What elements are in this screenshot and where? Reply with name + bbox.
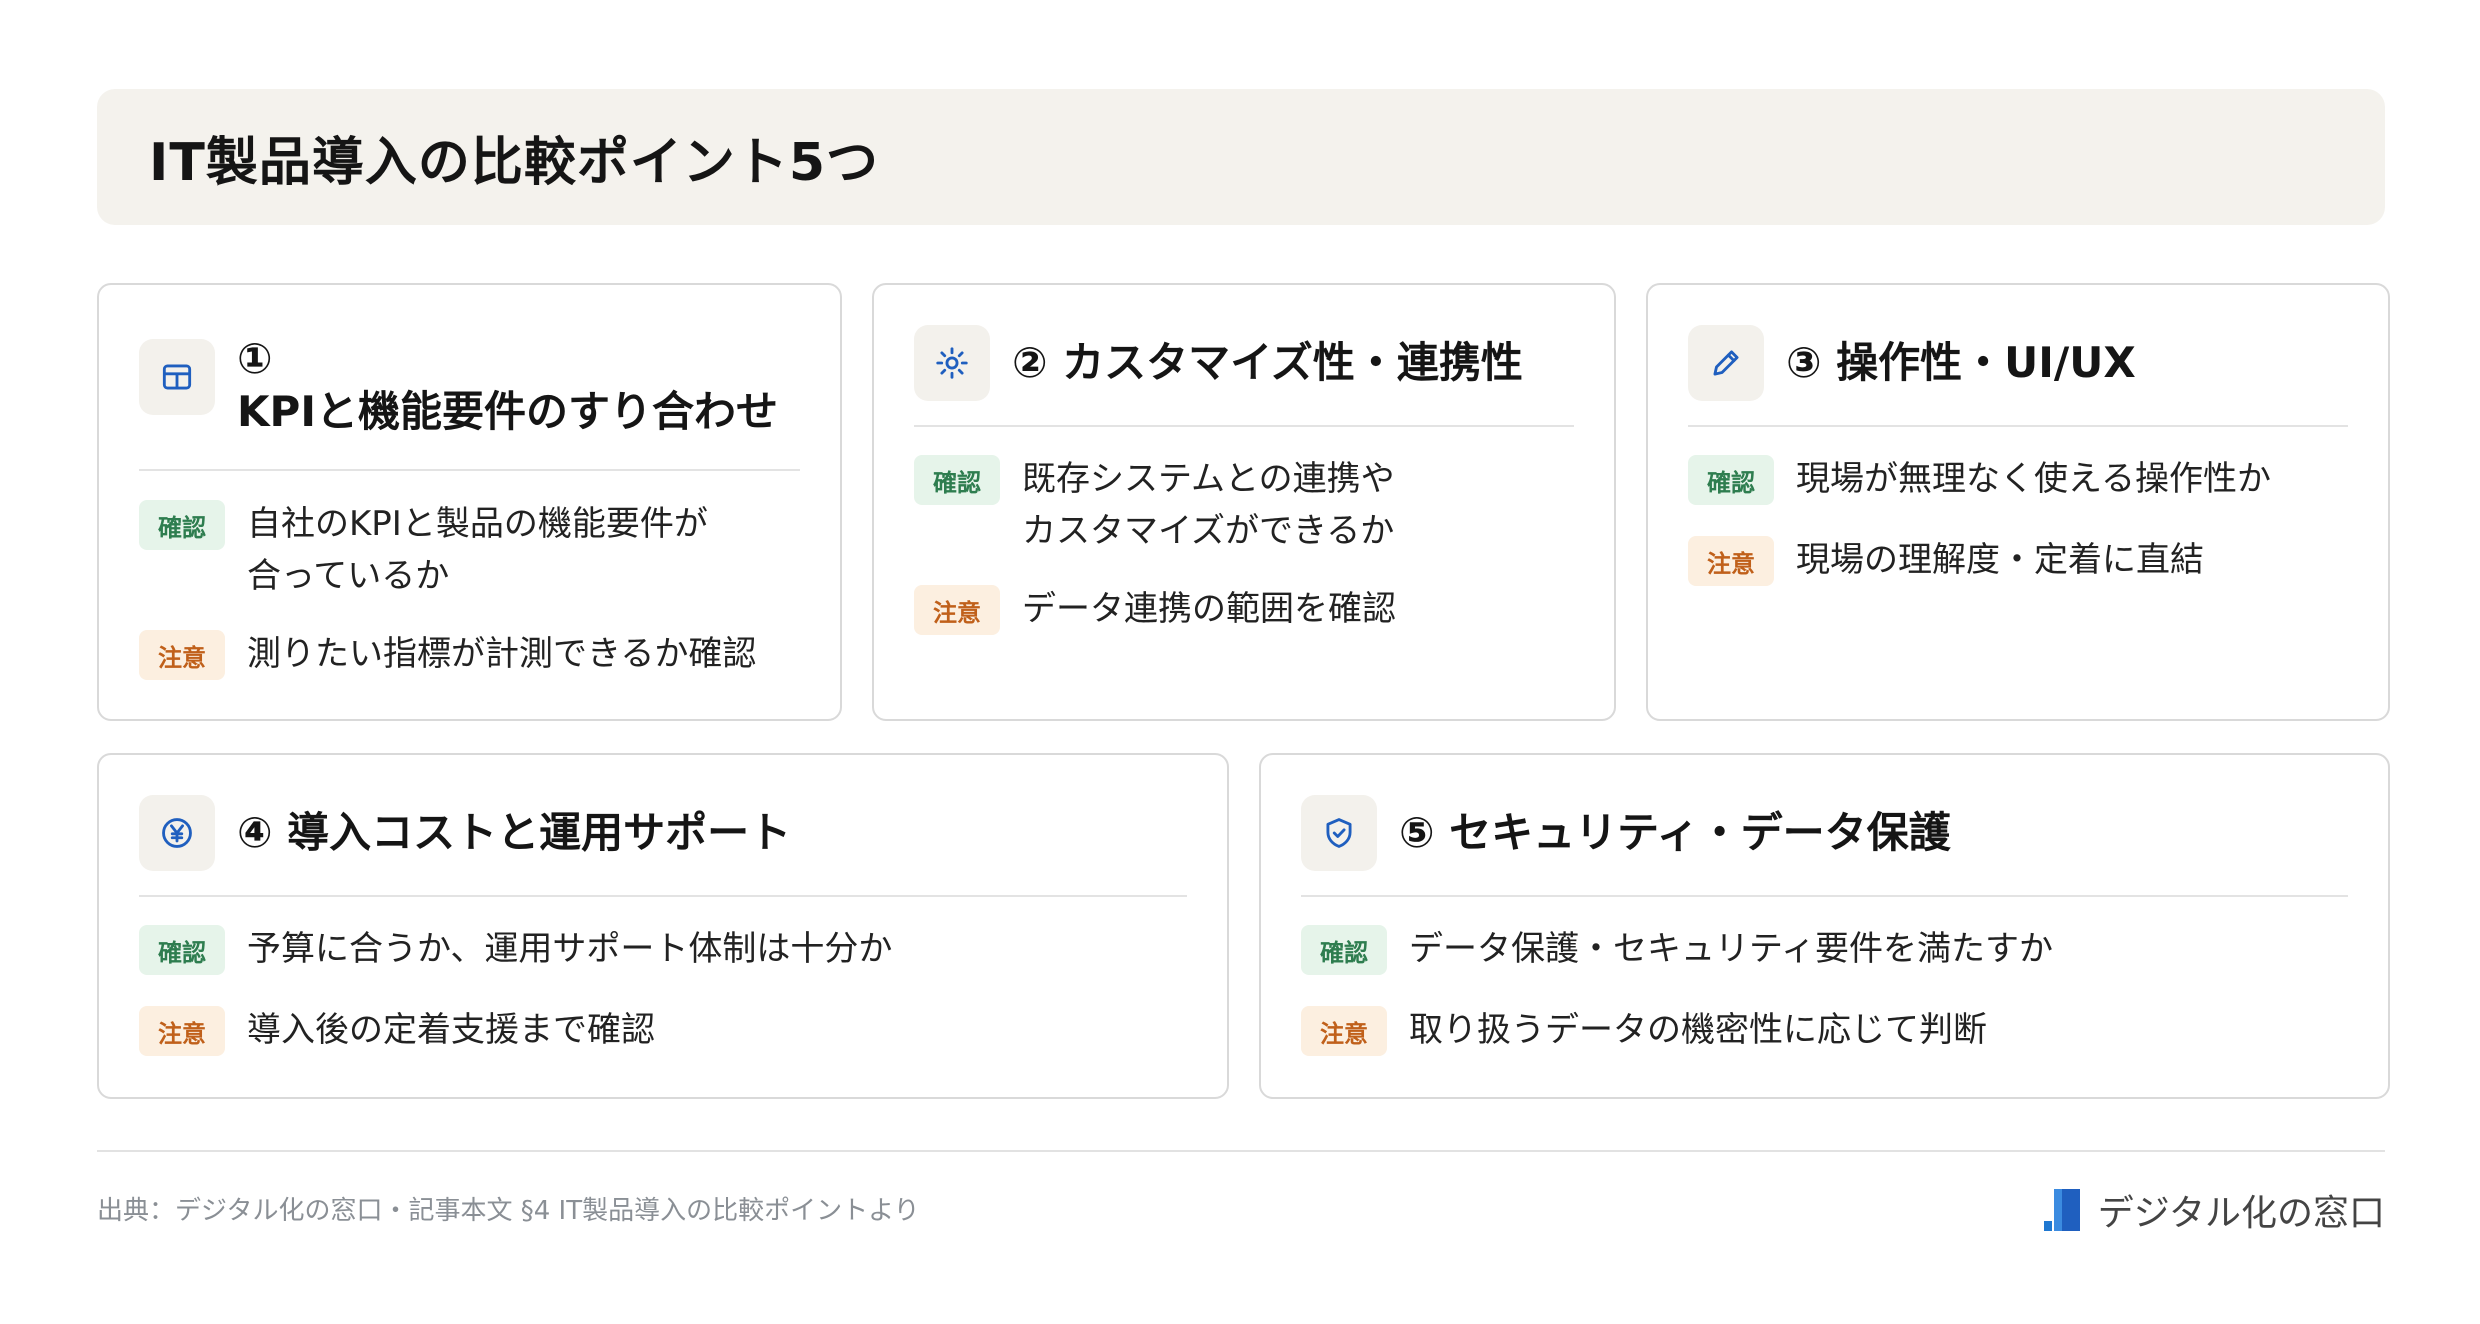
confirm-badge: 確認 [139,500,225,550]
caution-text: 取り扱うデータの機密性に応じて判断 [1409,1010,1987,1050]
confirm-text: データ保護・セキュリティ要件を満たすか [1409,929,2053,969]
pencil-icon [1688,325,1764,401]
divider [139,895,1187,897]
page-title: IT製品導入の比較ポイント5つ [149,132,880,193]
card-kpi: ① KPIと機能要件のすり合わせ 確認 自社のKPIと製品の機能要件が 合ってい… [97,283,842,721]
brand-name: デジタル化の窓口 [2097,1193,2385,1234]
confirm-text: 自社のKPIと製品の機能要件が 合っているか [247,504,708,596]
confirm-text: 現場が無理なく使える操作性か [1796,459,2271,499]
confirm-row: 確認 自社のKPIと製品の機能要件が 合っているか [139,498,810,602]
caution-row: 注意 データ連携の範囲を確認 [914,583,1584,635]
card-customize: ② カスタマイズ性・連携性 確認 既存システムとの連携や カスタマイズができるか… [872,283,1616,721]
card-security: ⑤ セキュリティ・データ保護 確認 データ保護・セキュリティ要件を満たすか 注意… [1259,753,2390,1099]
confirm-row: 確認 予算に合うか、運用サポート体制は十分か [139,923,1197,975]
divider [139,469,800,471]
caution-badge: 注意 [914,585,1000,635]
caution-text: 導入後の定着支援まで確認 [247,1010,655,1050]
confirm-text: 予算に合うか、運用サポート体制は十分か [247,929,893,969]
card-title: ⑤ セキュリティ・データ保護 [1399,807,1951,857]
caution-text: データ連携の範囲を確認 [1022,589,1396,629]
caution-row: 注意 取り扱うデータの機密性に応じて判断 [1301,1004,2358,1056]
confirm-row: 確認 既存システムとの連携や カスタマイズができるか [914,453,1584,557]
shield-icon [1301,795,1377,871]
caution-row: 注意 導入後の定着支援まで確認 [139,1004,1197,1056]
confirm-badge: 確認 [139,925,225,975]
caution-badge: 注意 [139,630,225,680]
confirm-text: 既存システムとの連携や カスタマイズができるか [1022,459,1395,551]
divider [1688,425,2348,427]
confirm-row: 確認 現場が無理なく使える操作性か [1688,453,2358,505]
card-title: ① KPIと機能要件のすり合わせ [237,334,778,436]
brand-logo: デジタル化の窓口 [2043,1184,2385,1236]
caution-text: 測りたい指標が計測できるか確認 [247,634,757,674]
gear-icon [914,325,990,401]
confirm-row: 確認 データ保護・セキュリティ要件を満たすか [1301,923,2358,975]
divider [914,425,1574,427]
table-icon [139,339,215,415]
card-title: ② カスタマイズ性・連携性 [1012,337,1523,387]
confirm-badge: 確認 [1688,455,1774,505]
caution-badge: 注意 [1688,536,1774,586]
card-usability: ③ 操作性・UI/UX 確認 現場が無理なく使える操作性か 注意 現場の理解度・… [1646,283,2390,721]
footer-divider [97,1150,2385,1152]
card-cost: ④ 導入コストと運用サポート 確認 予算に合うか、運用サポート体制は十分か 注意… [97,753,1229,1099]
brand-mark-icon [2043,1189,2080,1231]
caution-row: 注意 現場の理解度・定着に直結 [1688,534,2358,586]
caution-row: 注意 測りたい指標が計測できるか確認 [139,628,810,680]
source-note: 出典：デジタル化の窓口・記事本文 §4 IT製品導入の比較ポイントより [97,1196,920,1226]
card-title: ③ 操作性・UI/UX [1786,337,2136,387]
yen-icon [139,795,215,871]
caution-badge: 注意 [1301,1006,1387,1056]
caution-badge: 注意 [139,1006,225,1056]
caution-text: 現場の理解度・定着に直結 [1796,540,2204,580]
card-title: ④ 導入コストと運用サポート [237,807,792,857]
confirm-badge: 確認 [914,455,1000,505]
divider [1301,895,2348,897]
confirm-badge: 確認 [1301,925,1387,975]
title-banner: IT製品導入の比較ポイント5つ [97,89,2385,225]
